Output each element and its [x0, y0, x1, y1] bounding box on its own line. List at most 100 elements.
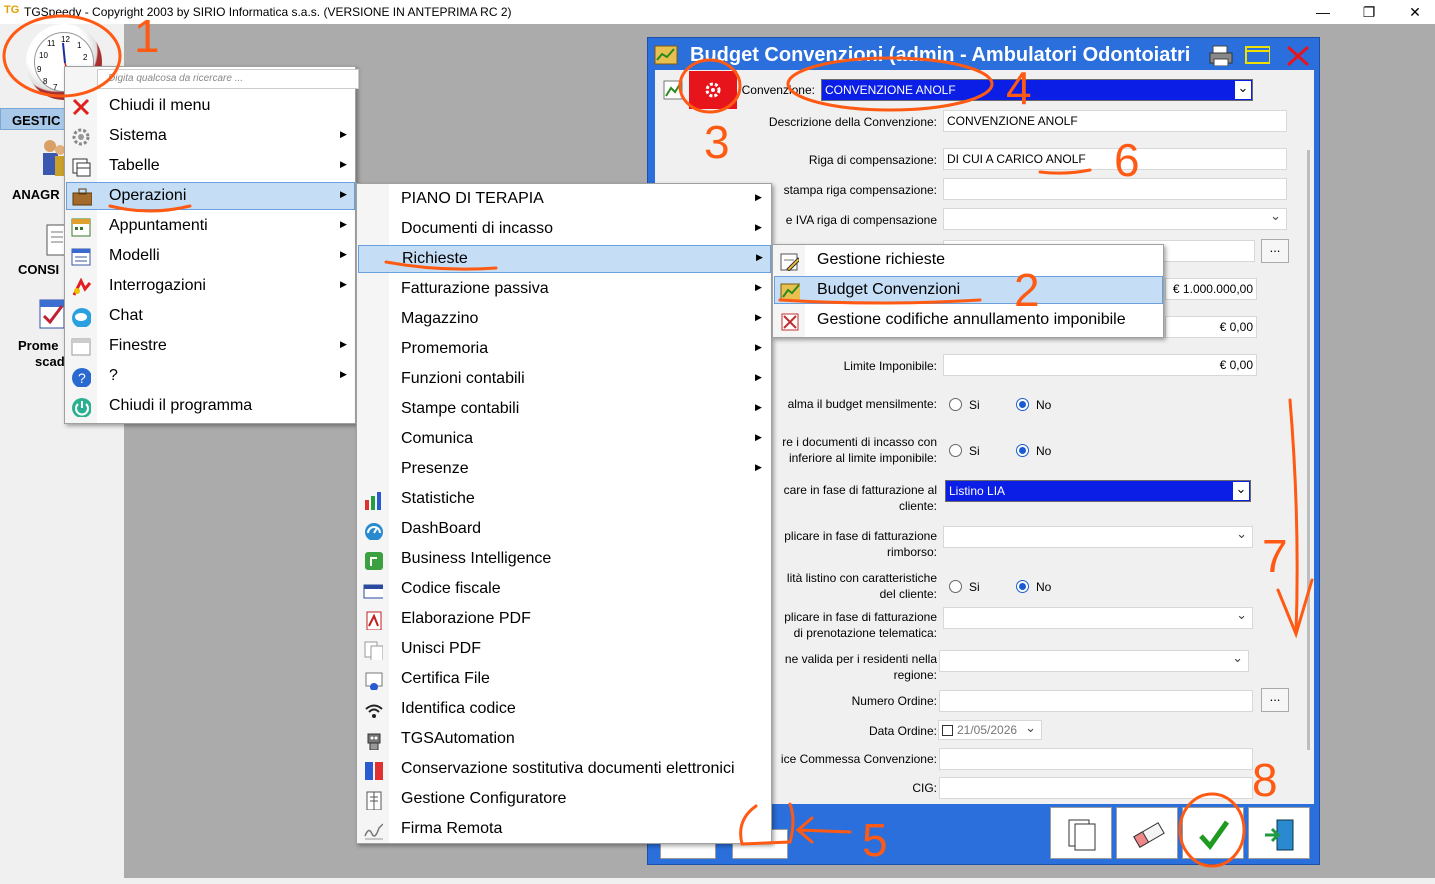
submenu-arrow-icon: ▶ — [340, 279, 347, 289]
menu-item-richieste[interactable]: Richieste ▶ — [358, 245, 771, 273]
menu-item-modelli[interactable]: Modelli ▶ — [66, 243, 355, 271]
menu-item-label: Magazzino — [401, 310, 479, 327]
menu-item-label: Operazioni — [109, 187, 187, 204]
menu-item-label: DashBoard — [401, 520, 482, 537]
menu-item-finestre[interactable]: Finestre ▶ — [66, 333, 355, 361]
caratteristiche-si-radio[interactable]: Si — [949, 580, 980, 594]
descrizione-field[interactable]: CONVENZIONE ANOLF — [943, 110, 1287, 132]
menu-item-label: Chat — [109, 307, 143, 324]
menu-item-interrogazioni[interactable]: Interrogazioni ▶ — [66, 273, 355, 301]
maximize-button[interactable]: ❐ — [1346, 1, 1392, 23]
data-ordine-picker[interactable]: 21/05/2026 — [938, 720, 1042, 740]
menu-item-label: PIANO DI TERAPIA — [401, 190, 544, 207]
calma-budget-no-radio[interactable]: No — [1016, 398, 1051, 412]
menu-item-label: Promemoria — [401, 340, 489, 357]
calma-budget-si-radio[interactable]: Si — [949, 398, 980, 412]
copy-icon — [1068, 819, 1096, 851]
menu-item-budget-convenzioni[interactable]: Budget Convenzioni — [774, 276, 1163, 304]
menu-item-unisci-pdf[interactable]: Unisci PDF — [358, 636, 771, 664]
radio-dot — [1016, 444, 1029, 457]
menu-item-help[interactable]: ? ? ▶ — [66, 363, 355, 391]
menu-item-firma-remota[interactable]: Firma Remota — [358, 816, 771, 844]
menu-item-codifiche-annullamento[interactable]: Gestione codifiche annullamento imponibi… — [774, 307, 1163, 335]
menu-item-statistiche[interactable]: Statistiche — [358, 486, 771, 514]
menu-search-input[interactable]: Digita qualcosa da ricercare ... — [97, 69, 359, 89]
data-ordine-checkbox[interactable] — [942, 725, 953, 736]
menu-item-chat[interactable]: Chat — [66, 303, 355, 331]
close-window-icon[interactable] — [1284, 44, 1310, 66]
vertical-scrollbar[interactable] — [1307, 150, 1310, 750]
browse-button[interactable]: ... — [1261, 239, 1289, 263]
submenu-arrow-icon: ▶ — [340, 159, 347, 169]
menu-item-codice-fiscale[interactable]: Codice fiscale — [358, 576, 771, 604]
radio-dot — [949, 444, 962, 457]
copy-button[interactable] — [1050, 807, 1112, 859]
menu-item-gestione-richieste[interactable]: Gestione richieste — [774, 247, 1163, 275]
confirm-button[interactable] — [1182, 807, 1244, 859]
ordine-browse-button[interactable]: ... — [1261, 688, 1289, 712]
exit-button[interactable] — [1248, 807, 1310, 859]
clear-button[interactable] — [1116, 807, 1178, 859]
second-amount-field[interactable]: € 0,00 — [1165, 316, 1257, 338]
menu-item-gestione-configuratore[interactable]: Gestione Configuratore — [358, 786, 771, 814]
menu-item-comunica[interactable]: Comunica ▶ — [358, 426, 771, 454]
restore-window-icon[interactable] — [1244, 44, 1270, 66]
menu-item-chiudi-programma[interactable]: Chiudi il programma — [66, 393, 355, 421]
radio-dot — [949, 398, 962, 411]
documenti-si-radio[interactable]: Si — [949, 444, 980, 458]
chart-icon[interactable] — [663, 80, 683, 100]
submenu-arrow-icon: ▶ — [340, 189, 347, 199]
radio-label: No — [1036, 580, 1052, 594]
budget-amount-field[interactable]: € 1.000.000,00 — [1165, 278, 1257, 300]
sidebar-label-anagrafica: ANAGR — [12, 187, 60, 202]
limite-imponibile-field[interactable]: € 0,00 — [943, 354, 1257, 376]
menu-item-appuntamenti[interactable]: Appuntamenti ▶ — [66, 213, 355, 241]
iva-riga-select[interactable] — [943, 208, 1287, 230]
close-button[interactable]: ✕ — [1392, 1, 1435, 23]
chat-icon — [72, 308, 91, 327]
residenti-select[interactable] — [939, 650, 1249, 672]
convenzione-select[interactable]: CONVENZIONE ANOLF — [821, 79, 1253, 101]
documenti-no-radio[interactable]: No — [1016, 444, 1051, 458]
menu-item-business-intelligence[interactable]: Business Intelligence — [358, 546, 771, 574]
cig-field[interactable] — [939, 777, 1253, 799]
menu-item-elaborazione-pdf[interactable]: Elaborazione PDF — [358, 606, 771, 634]
menu-item-tgsautomation[interactable]: TGSAutomation — [358, 726, 771, 754]
menu-item-label: Elaborazione PDF — [401, 610, 531, 627]
power-icon — [72, 398, 91, 417]
menu-item-operazioni[interactable]: Operazioni ▶ — [66, 182, 355, 210]
card-icon — [363, 584, 383, 599]
print-icon[interactable] — [1208, 44, 1234, 66]
menu-item-fatturazione-passiva[interactable]: Fatturazione passiva ▶ — [358, 276, 771, 304]
radio-dot — [1016, 398, 1029, 411]
menu-item-magazzino[interactable]: Magazzino ▶ — [358, 306, 771, 334]
menu-item-label: Tabelle — [109, 157, 160, 174]
commessa-field[interactable] — [939, 748, 1253, 770]
menu-item-certifica-file[interactable]: Certifica File — [358, 666, 771, 694]
menu-item-conservazione-sostitutiva-documenti-elettronici[interactable]: Conservazione sostitutiva documenti elet… — [358, 756, 771, 784]
menu-item-promemoria[interactable]: Promemoria ▶ — [358, 336, 771, 364]
riga-compensazione-field[interactable]: DI CUI A CARICO ANOLF — [943, 148, 1287, 170]
menu-item-presenze[interactable]: Presenze ▶ — [358, 456, 771, 484]
listino-cliente-select[interactable]: Listino LIA — [945, 480, 1251, 502]
menu-item-funzioni-contabili[interactable]: Funzioni contabili ▶ — [358, 366, 771, 394]
radio-label: No — [1036, 398, 1052, 412]
dashboard-icon — [365, 523, 383, 540]
menu-item-sistema[interactable]: Sistema ▶ — [66, 123, 355, 151]
menu-item-identifica-codice[interactable]: Identifica codice — [358, 696, 771, 724]
menu-item-tabelle[interactable]: Tabelle ▶ — [66, 153, 355, 181]
caratteristiche-no-radio[interactable]: No — [1016, 580, 1051, 594]
menu-item-piano-di-terapia[interactable]: PIANO DI TERAPIA ▶ — [358, 186, 771, 214]
numero-ordine-field[interactable] — [939, 690, 1253, 712]
menu-item-label: Appuntamenti — [109, 217, 208, 234]
stampa-riga-field[interactable] — [943, 178, 1287, 200]
prenotazione-select[interactable] — [943, 607, 1253, 629]
menu-item-stampe-contabili[interactable]: Stampe contabili ▶ — [358, 396, 771, 424]
menu-item-label: Gestione codifiche annullamento imponibi… — [817, 311, 1126, 328]
menu-item-chiudi-menu[interactable]: Chiudi il menu — [66, 93, 355, 121]
menu-item-dashboard[interactable]: DashBoard — [358, 516, 771, 544]
tab-gestione[interactable]: GESTIC — [0, 108, 70, 130]
menu-item-documenti-di-incasso[interactable]: Documenti di incasso ▶ — [358, 216, 771, 244]
listino-rimborso-select[interactable] — [943, 526, 1253, 548]
minimize-button[interactable]: — — [1300, 1, 1346, 23]
